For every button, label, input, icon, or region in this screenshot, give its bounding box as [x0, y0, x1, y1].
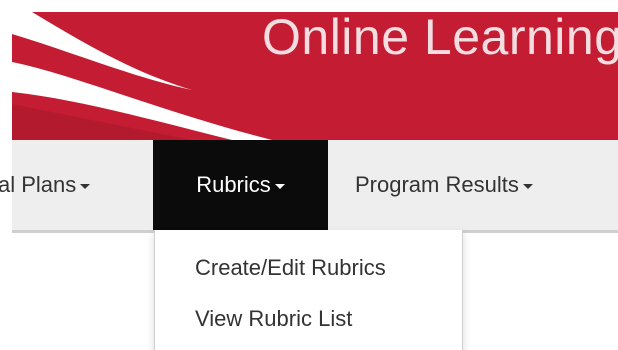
rubrics-dropdown-menu: Create/Edit Rubrics View Rubric List: [154, 230, 463, 350]
menu-item-create-edit-rubrics[interactable]: Create/Edit Rubrics: [195, 255, 386, 281]
nav-item-program-results[interactable]: Program Results: [355, 140, 533, 230]
header-banner: Online Learning: [12, 12, 618, 140]
nav-item-label: al Plans: [0, 172, 77, 197]
site-title: Online Learning: [262, 12, 618, 65]
menu-item-view-rubric-list[interactable]: View Rubric List: [195, 306, 352, 332]
main-navbar: al Plans Rubrics Program Results: [0, 140, 618, 233]
caret-down-icon: [80, 184, 91, 189]
caret-down-icon: [522, 184, 533, 189]
nav-item-plans[interactable]: al Plans: [0, 140, 100, 230]
caret-down-icon: [274, 184, 285, 189]
nav-item-label: Program Results: [355, 172, 519, 197]
nav-item-rubrics[interactable]: Rubrics: [153, 140, 328, 230]
nav-item-label: Rubrics: [196, 172, 271, 197]
